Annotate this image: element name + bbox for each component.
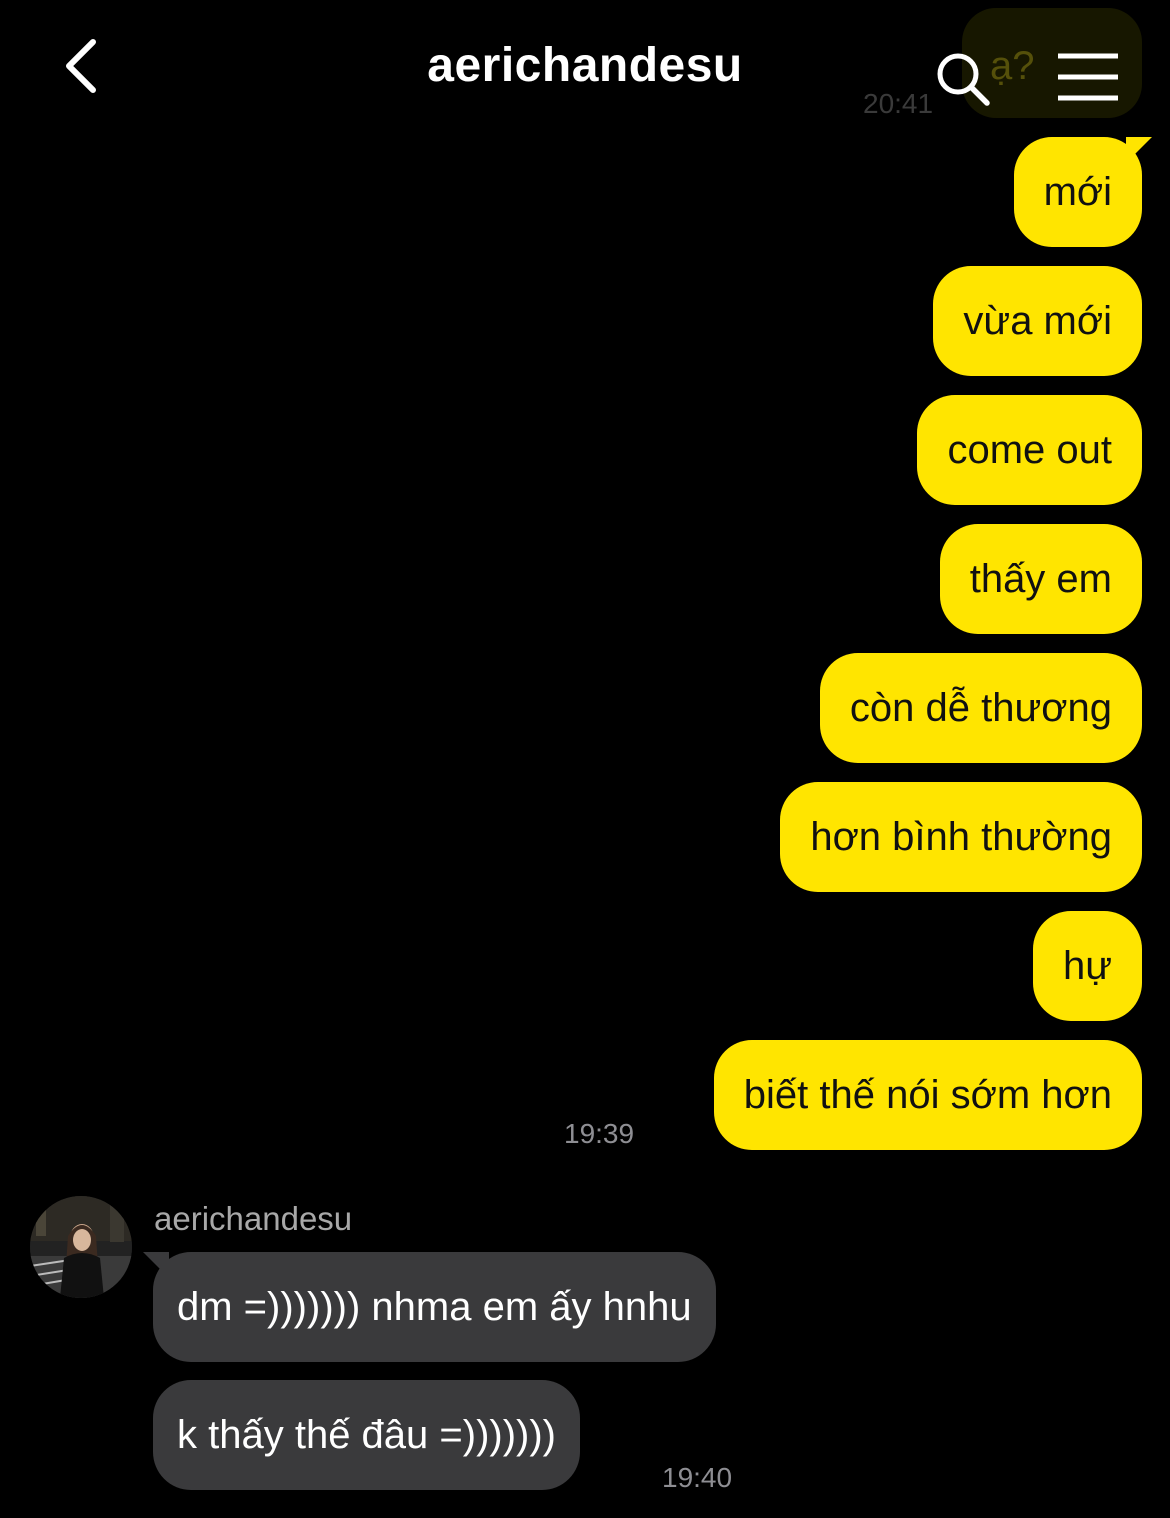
search-button[interactable]	[928, 44, 998, 114]
outgoing-message[interactable]: come out	[917, 395, 1142, 505]
outgoing-message[interactable]: thấy em	[939, 524, 1142, 634]
outgoing-message[interactable]: biết thế nói sớm hơn	[713, 1040, 1142, 1150]
outgoing-message[interactable]: hự	[1032, 911, 1142, 1021]
hamburger-menu-icon	[1058, 53, 1118, 101]
incoming-message[interactable]: dm =))))))) nhma em ấy hnhu	[153, 1252, 716, 1362]
search-icon	[937, 53, 990, 106]
outgoing-message[interactable]: vừa mới	[933, 266, 1142, 376]
chat-title[interactable]: aerichandesu	[300, 38, 870, 93]
outgoing-message[interactable]: còn dễ thương	[819, 653, 1142, 763]
incoming-message[interactable]: k thấy thế đâu =)))))))	[153, 1380, 581, 1490]
back-button[interactable]	[46, 30, 116, 102]
sender-name: aerichandesu	[154, 1200, 353, 1237]
chevron-left-icon	[66, 39, 96, 93]
incoming-timestamp: 19:40	[662, 1462, 733, 1493]
previous-message-timestamp: 20:41	[863, 88, 934, 119]
outgoing-message[interactable]: mới	[1013, 137, 1142, 247]
avatar-photo	[30, 1196, 132, 1298]
outgoing-message[interactable]: hơn bình thường	[780, 782, 1142, 892]
menu-button[interactable]	[1048, 42, 1128, 112]
avatar[interactable]	[30, 1196, 132, 1298]
outgoing-timestamp: 19:39	[564, 1118, 635, 1149]
